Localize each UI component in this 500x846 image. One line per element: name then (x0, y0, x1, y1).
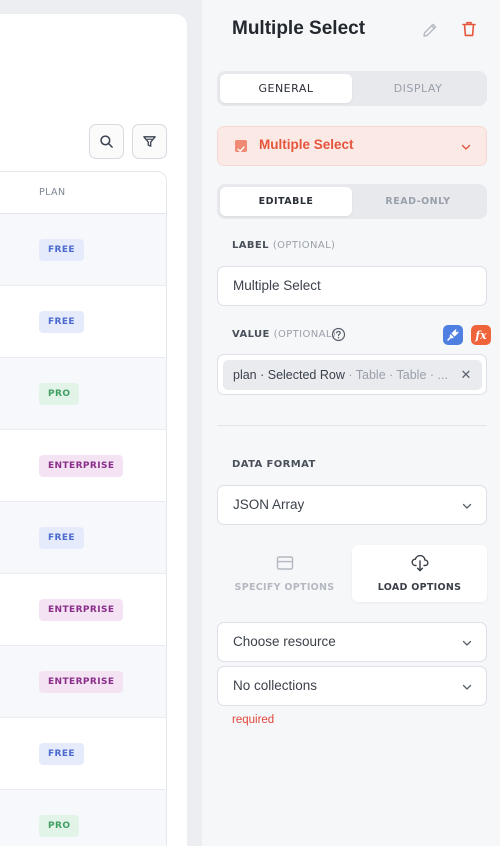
data-table: PLAN FREE FREE PRO ENTERPRISE FREE ENTERPRISE… (0, 171, 167, 846)
tab-specify-options[interactable]: SPECIFY OPTIONS (217, 545, 352, 602)
table-row[interactable]: FREE (0, 286, 166, 358)
label-optional-tag: (OPTIONAL) (272, 240, 336, 251)
component-type-label: Multiple Select (259, 137, 354, 152)
plan-badge: FREE (39, 743, 84, 765)
help-icon[interactable] (331, 327, 346, 342)
list-icon (276, 556, 294, 570)
collections-select[interactable]: No collections (217, 666, 487, 706)
app-canvas: PLAN FREE FREE PRO ENTERPRISE FREE ENTERPRISE… (0, 0, 202, 846)
resource-value: Choose resource (233, 634, 336, 649)
panel-tabs: GENERAL DISPLAY (217, 71, 487, 106)
component-type-dropdown[interactable]: Multiple Select (217, 126, 487, 166)
value-input[interactable]: plan · Selected Row · Table · Table · ..… (217, 354, 487, 395)
section-divider (217, 425, 487, 426)
trash-icon[interactable] (459, 19, 479, 39)
chevron-down-icon (462, 640, 472, 646)
inspector-panel: Multiple Select GENERAL DISPLAY Multiple… (202, 0, 500, 846)
formula-button[interactable]: fx (471, 325, 491, 345)
value-field-label: VALUE (OPTIONAL) (232, 329, 336, 340)
resource-select[interactable]: Choose resource (217, 622, 487, 662)
column-header-plan[interactable]: PLAN (39, 187, 65, 198)
table-row[interactable]: ENTERPRISE (0, 646, 166, 718)
filter-icon (143, 136, 156, 147)
filter-button[interactable] (132, 124, 167, 159)
plan-badge: PRO (39, 815, 80, 837)
mode-read-only[interactable]: READ-ONLY (352, 187, 484, 216)
table-row[interactable]: FREE (0, 502, 166, 574)
value-chip[interactable]: plan · Selected Row · Table · Table · ..… (223, 360, 482, 390)
table-row[interactable]: ENTERPRISE (0, 430, 166, 502)
label-field-title: LABEL (232, 240, 269, 251)
value-chip-source: plan · Selected Row (233, 368, 345, 382)
plan-badge: FREE (39, 527, 84, 549)
required-error: required (232, 714, 275, 726)
tab-load-options[interactable]: LOAD OPTIONS (352, 545, 487, 602)
chevron-down-icon (461, 144, 471, 150)
search-button[interactable] (89, 124, 124, 159)
label-input[interactable]: Multiple Select (217, 266, 487, 306)
specify-options-label: SPECIFY OPTIONS (234, 582, 335, 593)
search-icon (100, 135, 113, 148)
value-chip-path: · Table · Table · ... (344, 368, 448, 382)
plan-badge: FREE (39, 311, 84, 333)
value-optional-tag: (OPTIONAL) (273, 329, 337, 340)
plan-badge: PRO (39, 383, 80, 405)
value-field-title: VALUE (232, 329, 270, 340)
plan-badge: ENTERPRISE (39, 599, 124, 621)
cloud-download-icon (411, 554, 429, 572)
close-icon[interactable]: ✕ (456, 360, 476, 390)
table-body: FREE FREE PRO ENTERPRISE FREE ENTERPRISE ENTER… (0, 214, 166, 846)
edit-mode-toggle: EDITABLE READ-ONLY (217, 184, 487, 219)
mode-editable[interactable]: EDITABLE (220, 187, 352, 216)
chevron-down-icon (462, 503, 472, 509)
load-options-label: LOAD OPTIONS (377, 582, 462, 593)
plan-badge: FREE (39, 239, 84, 261)
chevron-down-icon (462, 684, 472, 690)
table-row[interactable]: PRO (0, 790, 166, 846)
plan-badge: ENTERPRISE (39, 455, 124, 477)
data-format-select[interactable]: JSON Array (217, 485, 487, 525)
tab-general[interactable]: GENERAL (220, 74, 352, 103)
table-row[interactable]: ENTERPRISE (0, 574, 166, 646)
plan-badge: ENTERPRISE (39, 671, 124, 693)
collections-value: No collections (233, 678, 318, 693)
pencil-icon[interactable] (420, 20, 440, 40)
table-row[interactable]: FREE (0, 718, 166, 790)
table-header: PLAN (0, 172, 166, 214)
data-format-label: DATA FORMAT (232, 459, 316, 470)
bind-data-button[interactable] (443, 325, 463, 345)
table-row[interactable]: PRO (0, 358, 166, 430)
tab-display[interactable]: DISPLAY (352, 74, 484, 103)
label-field-label: LABEL (OPTIONAL) (232, 240, 335, 251)
data-format-value: JSON Array (233, 497, 305, 512)
table-row[interactable]: FREE (0, 214, 166, 286)
panel-title[interactable]: Multiple Select (232, 18, 365, 40)
checkbox-icon (235, 140, 247, 152)
plug-icon (447, 329, 459, 341)
